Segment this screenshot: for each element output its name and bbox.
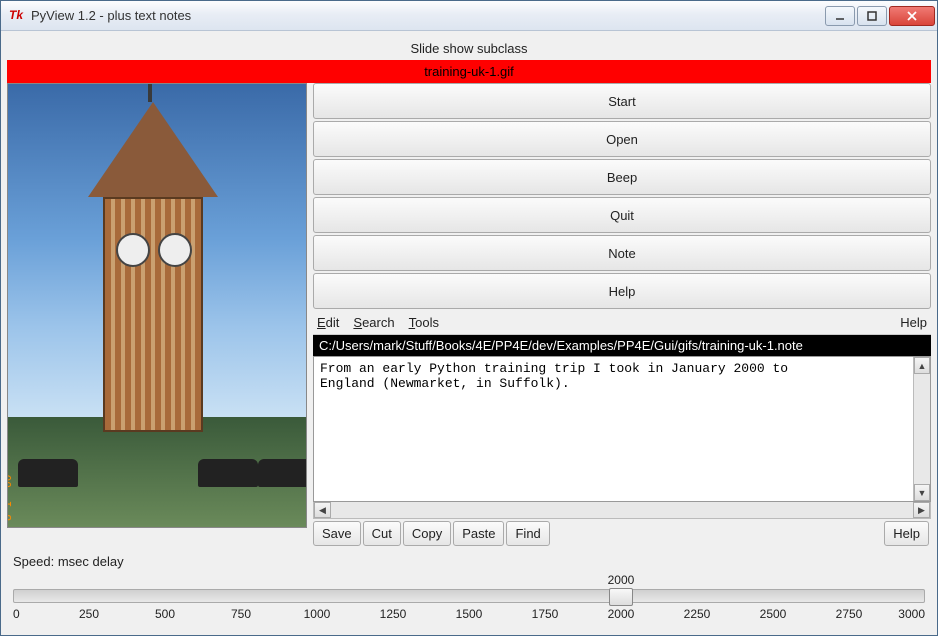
speed-slider: 2000 0 250 500 750 1000 1250 1500 1750 2000 2250 2… (7, 573, 931, 631)
slider-tick-label: 1500 (456, 607, 483, 621)
menu-help[interactable]: Help (900, 315, 927, 330)
image-clock (158, 233, 192, 267)
main-row: 8 1 '00 Start Open Beep Quit Note Help E… (7, 83, 931, 546)
slider-tick-label: 2000 (608, 607, 635, 621)
slider-ticks: 0 250 500 750 1000 1250 1500 1750 2000 2250 2500 27… (13, 607, 925, 625)
slider-value-row: 2000 (13, 573, 925, 589)
image-tower (103, 197, 203, 432)
slider-tick-label: 2750 (836, 607, 863, 621)
slider-track[interactable] (13, 589, 925, 603)
scroll-down-icon[interactable]: ▼ (914, 484, 930, 501)
slider-tick-label: 0 (13, 607, 20, 621)
image-car (198, 459, 258, 487)
quit-button[interactable]: Quit (313, 197, 931, 233)
image-datestamp: 8 1 '00 (7, 475, 14, 521)
close-button[interactable] (889, 6, 935, 26)
menu-search-rest: earch (362, 315, 395, 330)
slider-thumb[interactable] (609, 588, 633, 606)
slider-tick-label: 250 (79, 607, 99, 621)
note-editor: ▲ ▼ (313, 356, 931, 502)
slide-image: 8 1 '00 (7, 83, 307, 528)
cut-button[interactable]: Cut (363, 521, 401, 546)
find-button[interactable]: Find (506, 521, 549, 546)
slider-tick-label: 750 (231, 607, 251, 621)
image-clock (116, 233, 150, 267)
window-title: PyView 1.2 - plus text notes (31, 8, 825, 23)
save-button[interactable]: Save (313, 521, 361, 546)
filename-bar: training-uk-1.gif (7, 60, 931, 83)
slider-tick-label: 500 (155, 607, 175, 621)
toolbar-help-button[interactable]: Help (884, 521, 929, 546)
image-spire (148, 83, 152, 102)
slider-tick-label: 2250 (684, 607, 711, 621)
image-roof (88, 102, 218, 197)
slider-tick-label: 3000 (898, 607, 925, 621)
titlebar: Tk PyView 1.2 - plus text notes (1, 1, 937, 31)
note-button[interactable]: Note (313, 235, 931, 271)
note-textarea[interactable] (314, 357, 913, 501)
menu-edit[interactable]: Edit (317, 315, 339, 330)
copy-button[interactable]: Copy (403, 521, 451, 546)
speed-label: Speed: msec delay (7, 546, 931, 573)
vertical-scrollbar[interactable]: ▲ ▼ (913, 357, 930, 501)
beep-button[interactable]: Beep (313, 159, 931, 195)
slider-tick-label: 2500 (760, 607, 787, 621)
note-path: C:/Users/mark/Stuff/Books/4E/PP4E/dev/Ex… (313, 335, 931, 356)
slider-tick-label: 1750 (532, 607, 559, 621)
open-button[interactable]: Open (313, 121, 931, 157)
right-pane: Start Open Beep Quit Note Help Edit Sear… (307, 83, 931, 546)
app-window: Tk PyView 1.2 - plus text notes Slide sh… (0, 0, 938, 636)
window-buttons (825, 6, 935, 26)
scroll-left-icon[interactable]: ◀ (314, 502, 331, 518)
menu-tools-rest: ools (415, 315, 439, 330)
toolbar-spacer (552, 521, 884, 546)
scroll-up-icon[interactable]: ▲ (914, 357, 930, 374)
hscroll-track[interactable] (331, 502, 913, 518)
slider-current-value: 2000 (608, 573, 635, 587)
slider-tick-label: 1250 (380, 607, 407, 621)
horizontal-scrollbar[interactable]: ◀ ▶ (313, 502, 931, 519)
slider-tick-label: 1000 (304, 607, 331, 621)
menu-tools[interactable]: Tools (409, 315, 439, 330)
header-label: Slide show subclass (7, 37, 931, 60)
client-area: Slide show subclass training-uk-1.gif 8 … (1, 31, 937, 635)
menu-search[interactable]: Search (353, 315, 394, 330)
image-car (18, 459, 78, 487)
maximize-button[interactable] (857, 6, 887, 26)
editor-toolbar: Save Cut Copy Paste Find Help (313, 521, 931, 546)
scroll-right-icon[interactable]: ▶ (913, 502, 930, 518)
help-button[interactable]: Help (313, 273, 931, 309)
start-button[interactable]: Start (313, 83, 931, 119)
menu-edit-rest: dit (326, 315, 340, 330)
editor-menubar: Edit Search Tools Help (313, 311, 931, 335)
minimize-button[interactable] (825, 6, 855, 26)
image-car (258, 459, 307, 487)
paste-button[interactable]: Paste (453, 521, 504, 546)
app-icon: Tk (9, 8, 25, 24)
